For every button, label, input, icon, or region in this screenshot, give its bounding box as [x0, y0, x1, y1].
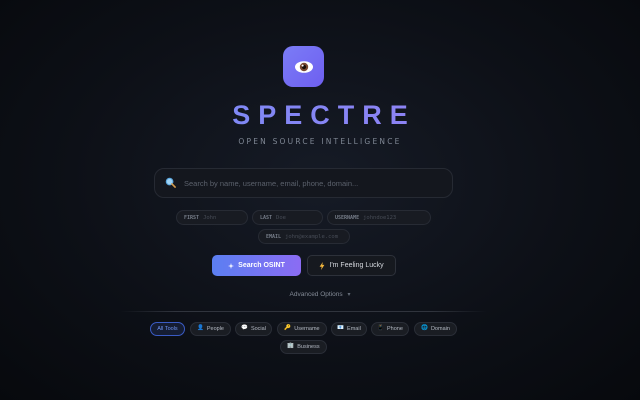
username-label: USERNAME [335, 214, 360, 221]
advanced-options-label: Advanced Options [289, 291, 343, 298]
feeling-lucky-label: I'm Feeling Lucky [329, 262, 384, 269]
lightning-icon [319, 261, 325, 270]
search-input[interactable] [184, 178, 452, 188]
speech-bubble-icon: 💬 [241, 325, 248, 332]
app-logo [283, 46, 324, 87]
category-chip-label: Email [347, 326, 361, 332]
username-input[interactable] [363, 214, 423, 221]
email-field[interactable]: EMAIL [258, 229, 350, 244]
search-bar[interactable] [154, 168, 453, 198]
search-icon [165, 177, 177, 189]
person-icon: 👤 [197, 325, 204, 332]
category-chip-business[interactable]: 🏢 Business [280, 340, 327, 354]
category-chip-phone[interactable]: 📱 Phone [371, 322, 409, 336]
first-name-label: FIRST [184, 214, 200, 221]
brand-tagline: OPEN SOURCE INTELLIGENCE [238, 137, 402, 146]
last-name-input[interactable] [276, 214, 315, 221]
last-name-field[interactable]: LAST [252, 210, 323, 225]
feeling-lucky-button[interactable]: I'm Feeling Lucky [307, 255, 396, 276]
category-chip-label: Business [297, 344, 320, 350]
brand-title: SPECTRE [0, 100, 640, 131]
category-chip-email[interactable]: 📧 Email [331, 322, 367, 336]
search-osint-label: Search OSINT [238, 262, 285, 269]
sparkle-icon [228, 262, 235, 269]
category-chip-domain[interactable]: 🌐 Domain [414, 322, 457, 336]
email-input[interactable] [285, 233, 342, 240]
email-label: EMAIL [266, 233, 282, 240]
advanced-options-toggle[interactable]: Advanced Options ▾ [0, 291, 640, 298]
building-icon: 🏢 [287, 343, 295, 350]
category-chip-label: Phone [386, 326, 403, 332]
last-name-label: LAST [260, 214, 273, 221]
category-chip-username[interactable]: 🔑 Username [277, 322, 327, 336]
chevron-down-icon: ▾ [347, 292, 351, 298]
category-chip-people[interactable]: 👤 People [190, 322, 231, 336]
search-osint-button[interactable]: Search OSINT [212, 255, 301, 276]
eye-icon [294, 60, 313, 73]
username-field[interactable]: USERNAME [327, 210, 431, 225]
category-chip-label: Social [250, 326, 266, 332]
first-name-input[interactable] [203, 214, 240, 221]
category-chip-label: Domain [430, 326, 450, 332]
phone-icon: 📱 [377, 325, 384, 332]
key-icon: 🔑 [284, 325, 292, 332]
category-chip-label: All Tools [157, 326, 178, 332]
envelope-icon: 📧 [337, 325, 345, 332]
globe-icon: 🌐 [421, 325, 428, 332]
section-divider [120, 311, 487, 312]
category-chip-all-tools[interactable]: All Tools [150, 322, 185, 336]
first-name-field[interactable]: FIRST [176, 210, 248, 225]
category-chip-label: Username [294, 326, 320, 332]
category-chip-label: People [206, 326, 224, 332]
category-chip-social[interactable]: 💬 Social [235, 322, 272, 336]
